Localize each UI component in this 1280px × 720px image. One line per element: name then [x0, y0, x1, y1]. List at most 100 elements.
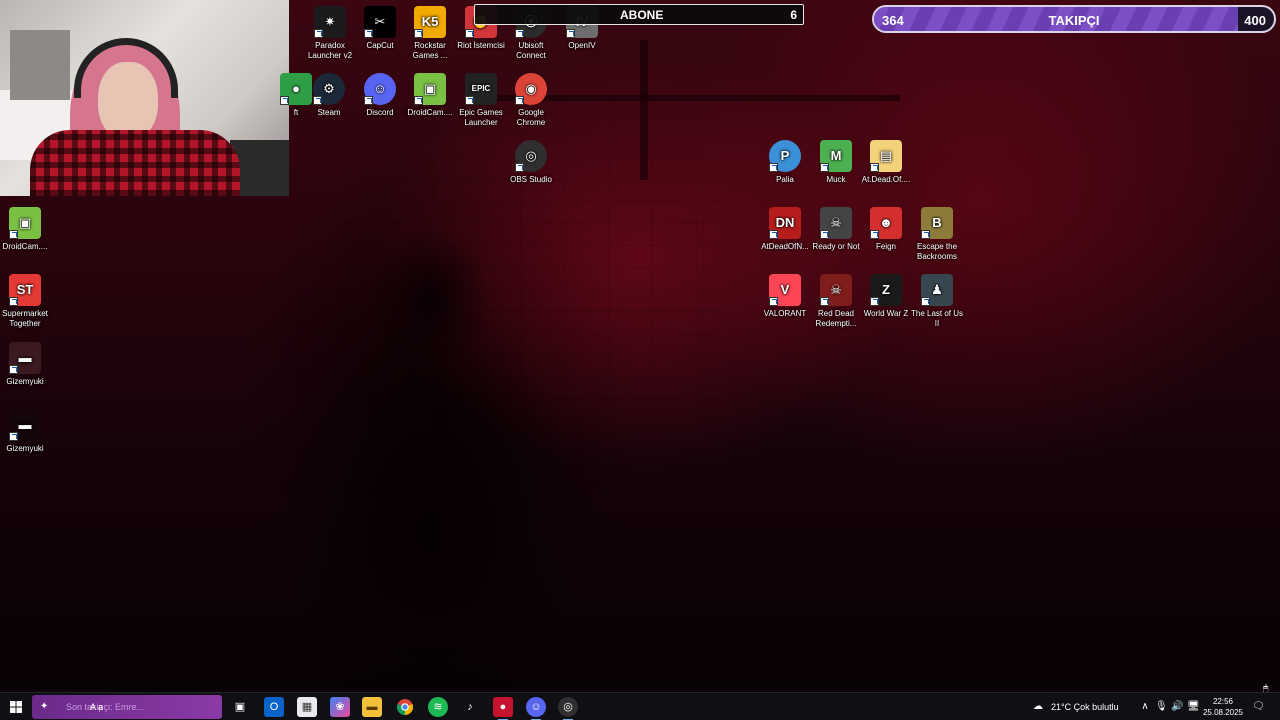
microphone-icon[interactable]: 🎙	[1155, 700, 1168, 714]
video-shortcut-icon: ▬	[9, 342, 41, 374]
desktop-icon-atdeadof-folder[interactable]: ▤ At.Dead.Of....	[858, 140, 914, 185]
desktop-icon-valorant[interactable]: V VALORANT	[757, 274, 813, 319]
desktop-icon-label: AtDeadOfN...	[761, 242, 809, 251]
taskbar-game-app[interactable]: ●	[493, 697, 513, 720]
folder-icon: ▤	[870, 140, 902, 172]
red-dead-icon: ☠	[820, 274, 852, 306]
desktop-icon-label: Red Dead Redempti...	[815, 309, 857, 328]
desktop-icon-escape[interactable]: B Escape the Backrooms	[909, 207, 965, 262]
desktop-icon-label: Paradox Launcher v2	[307, 41, 353, 60]
desktop-icon-gizemyuki-1[interactable]: ▬ Gizemyuki	[0, 342, 53, 387]
desktop-icon-label: DroidCam....	[407, 108, 453, 117]
taskbar: ✦ Son takipçi: Emre... A a ▣ O ▦ ❀ ▬ ≋ ♪…	[0, 692, 1280, 720]
subscriber-label: ABONE	[620, 8, 664, 22]
last-of-us-icon: ♟	[921, 274, 953, 306]
shortcut-arrow-icon	[921, 230, 930, 239]
desktop-icon-steam[interactable]: ⚙ Steam	[301, 73, 357, 118]
desktop-icon-label: Supermarket Together	[2, 309, 48, 328]
desktop-icon-palia[interactable]: P Palia	[757, 140, 813, 185]
desktop-icon-muck[interactable]: M Muck	[808, 140, 864, 185]
latest-follower-text: Son takipçi: Emre...	[66, 702, 145, 712]
desktop-icon-wwz[interactable]: Z World War Z	[858, 274, 914, 319]
task-view-button[interactable]: ▣	[230, 697, 250, 717]
taskbar-chrome[interactable]	[395, 697, 415, 717]
shortcut-arrow-icon	[465, 96, 474, 105]
store-icon: ▦	[301, 701, 313, 713]
taskbar-store[interactable]: ▦	[297, 697, 317, 717]
escape-backrooms-icon: B	[921, 207, 953, 239]
desktop-icon-paradox[interactable]: ✷ Paradox Launcher v2	[302, 6, 358, 61]
desktop-icon-label: Escape the Backrooms	[916, 242, 958, 261]
desktop-icon-discord[interactable]: ☺ Discord	[352, 73, 408, 118]
discord-icon: ☺	[364, 73, 396, 105]
desktop-icon-atdeadofn[interactable]: DN AtDeadOfN...	[757, 207, 813, 252]
wallpaper-character-silhouette	[260, 230, 600, 690]
droidcam-icon: ▣	[9, 207, 41, 239]
taskbar-tiktok[interactable]: ♪	[460, 697, 480, 717]
shortcut-arrow-icon	[515, 29, 524, 38]
follower-goal-bar: 364 TAKIPÇI 400	[872, 5, 1276, 33]
taskbar-obs[interactable]: ◎	[558, 697, 578, 720]
speaker-icon[interactable]: 🔊	[1171, 700, 1183, 714]
taskbar-discord[interactable]: ☺	[526, 697, 546, 720]
desktop-icon-droidcam-left[interactable]: ▣ DroidCam....	[0, 207, 53, 252]
shortcut-arrow-icon	[820, 297, 829, 306]
palia-icon: P	[769, 140, 801, 172]
webcam-shelf	[10, 30, 70, 100]
chevron-up-icon[interactable]: ∧	[1139, 700, 1151, 714]
weather-text[interactable]: 21°C Çok bulutlu	[1051, 693, 1119, 720]
desktop-icon-readyornot[interactable]: ☠ Ready or Not	[808, 207, 864, 252]
feign-icon: ☻	[870, 207, 902, 239]
world-war-z-icon: Z	[870, 274, 902, 306]
taskbar-copilot[interactable]: ❀	[330, 697, 350, 717]
desktop-icon-label: Discord	[366, 108, 394, 117]
shortcut-arrow-icon	[515, 96, 524, 105]
desktop-icon-chrome[interactable]: ◉ Google Chrome	[503, 73, 559, 128]
steam-icon: ⚙	[313, 73, 345, 105]
shortcut-arrow-icon	[280, 96, 289, 105]
desktop-icon-rdr[interactable]: ☠ Red Dead Redempti...	[808, 274, 864, 329]
shortcut-arrow-icon	[364, 96, 373, 105]
desktop-icon-label: The Last of Us II	[910, 309, 964, 328]
desktop-icon-rockstar[interactable]: K5 Rockstar Games ...	[402, 6, 458, 61]
weather-icon: ☁	[1033, 701, 1043, 712]
shortcut-arrow-icon	[314, 29, 323, 38]
desktop-icon-label: Feign	[875, 242, 896, 251]
stream-chat-widget[interactable]: ✦ Son takipçi: Emre... A a	[32, 695, 222, 719]
desktop-icon-label: Gizemyuki	[6, 377, 44, 386]
task-view-icon: ▣	[234, 701, 246, 713]
windows-logo-icon	[10, 701, 22, 713]
desktop-icon-label: Muck	[826, 175, 846, 184]
desktop-icon-label: Gizemyuki	[6, 444, 44, 453]
desktop-icon-epic[interactable]: EPIC Epic Games Launcher	[453, 73, 509, 128]
desktop-icon-label: At.Dead.Of....	[861, 175, 911, 184]
desktop-icon-label: Google Chrome	[516, 108, 546, 127]
paradox-icon: ✷	[314, 6, 346, 38]
video-shortcut-icon: ▬	[9, 409, 41, 441]
shortcut-arrow-icon	[313, 96, 322, 105]
shortcut-arrow-icon	[820, 230, 829, 239]
start-button[interactable]	[6, 697, 26, 717]
outlook-icon: O	[269, 701, 279, 713]
follower-goal-label: TAKIPÇI	[1048, 13, 1100, 28]
search-icon: ✦	[40, 701, 49, 712]
webcam-overlay	[0, 0, 289, 196]
desktop-icon-tlou[interactable]: ♟ The Last of Us II	[909, 274, 965, 329]
taskbar-spotify[interactable]: ≋	[428, 697, 448, 717]
clock[interactable]: 22:56 25.08.2025	[1198, 696, 1248, 718]
taskbar-outlook[interactable]: O	[264, 697, 284, 717]
desktop-icon-feign[interactable]: ☻ Feign	[858, 207, 914, 252]
desktop-icon-obs[interactable]: ◎ OBS Studio	[503, 140, 559, 185]
taskbar-file-explorer[interactable]: ▬	[362, 697, 382, 717]
search-hint: A a	[90, 702, 104, 712]
desktop-icon-droidcam-top[interactable]: ▣ DroidCam....	[402, 73, 458, 118]
desktop-icon-label: World War Z	[863, 309, 909, 318]
desktop-icon-capcut[interactable]: ✂ CapCut	[352, 6, 408, 51]
wallpaper-pipe	[640, 40, 648, 180]
desktop-icon-gizemyuki-2[interactable]: ▬ Gizemyuki	[0, 409, 53, 454]
shortcut-arrow-icon	[9, 230, 18, 239]
obs-icon: ◎	[515, 140, 547, 172]
desktop-icon-label: CapCut	[366, 41, 394, 50]
notification-icon[interactable]: 🗨	[1252, 700, 1265, 714]
desktop-icon-supermarket[interactable]: ST Supermarket Together	[0, 274, 53, 329]
